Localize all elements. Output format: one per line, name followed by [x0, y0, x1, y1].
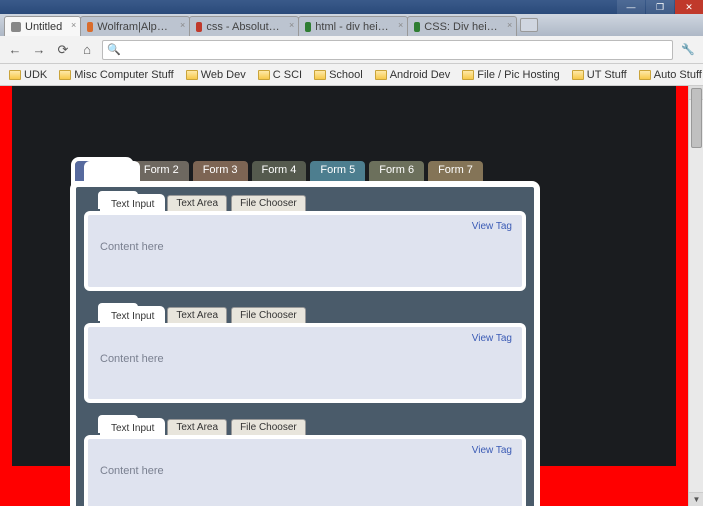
form-section: Text Input Text Area File Chooser View T… [84, 307, 526, 403]
bookmark-label: Android Dev [390, 69, 451, 81]
form-section: Text Input Text Area File Chooser View T… [84, 419, 526, 506]
folder-icon [639, 70, 651, 80]
close-icon[interactable]: × [289, 20, 294, 30]
content-card: View Tag Content here [84, 211, 526, 291]
form-tab-6[interactable]: Form 6 [369, 161, 424, 181]
window-maximize-button[interactable]: ❐ [646, 0, 674, 14]
window-titlebar: — ❐ ✕ [0, 0, 703, 14]
folder-icon [186, 70, 198, 80]
window-close-button[interactable]: ✕ [675, 0, 703, 14]
bookmark-folder[interactable]: UDK [4, 67, 52, 83]
form-tab-7[interactable]: Form 7 [428, 161, 483, 181]
inner-tab-file-chooser[interactable]: File Chooser [231, 307, 306, 323]
browser-tab[interactable]: css - Absolute DIV height × [189, 16, 299, 36]
tab-label: CSS: Div height 100% and c [424, 21, 498, 33]
tab-label: Untitled [25, 21, 62, 33]
close-icon[interactable]: × [507, 20, 512, 30]
new-tab-button[interactable] [520, 18, 538, 32]
folder-icon [314, 70, 326, 80]
browser-tab[interactable]: CSS: Div height 100% and c × [407, 16, 517, 36]
bookmark-folder[interactable]: File / Pic Hosting [457, 67, 565, 83]
inner-tab-text-input[interactable]: Text Input [102, 308, 163, 324]
content-card: View Tag Content here [84, 323, 526, 403]
browser-tab[interactable]: Wolfram|Alpha: Computat × [80, 16, 190, 36]
search-icon: 🔍 [107, 43, 121, 56]
content-placeholder: Content here [100, 241, 510, 253]
settings-wrench-icon[interactable]: 🔧 [679, 41, 697, 59]
bookmark-label: File / Pic Hosting [477, 69, 560, 81]
browser-tab[interactable]: html - div height 100% - St × [298, 16, 408, 36]
scroll-down-arrow-icon[interactable]: ▼ [689, 492, 703, 506]
form-tab-2[interactable]: Form 2 [134, 161, 189, 181]
bookmark-folder[interactable]: Android Dev [370, 67, 456, 83]
bookmark-label: Auto Stuff [654, 69, 702, 81]
bookmark-folder[interactable]: C SCI [253, 67, 307, 83]
inner-tab-file-chooser[interactable]: File Chooser [231, 419, 306, 435]
inner-tabs-row: Text Input Text Area File Chooser [102, 307, 526, 323]
vertical-scrollbar[interactable]: ▲ ▼ [688, 86, 703, 506]
favicon-icon [305, 22, 311, 32]
bookmark-folder[interactable]: Misc Computer Stuff [54, 67, 178, 83]
favicon-icon [11, 22, 21, 32]
page-viewport: Form 1 Form 2 Form 3 Form 4 Form 5 Form … [0, 86, 703, 506]
content-placeholder: Content here [100, 353, 510, 365]
bookmarks-bar: UDK Misc Computer Stuff Web Dev C SCI Sc… [0, 64, 703, 86]
tab-label: Wolfram|Alpha: Computat [97, 21, 171, 33]
folder-icon [258, 70, 270, 80]
form-tab-4[interactable]: Form 4 [252, 161, 307, 181]
browser-toolbar: ← → ⟳ ⌂ 🔍 🔧 [0, 36, 703, 64]
folder-icon [59, 70, 71, 80]
tab-label: html - div height 100% - St [315, 21, 389, 33]
inner-tab-text-area[interactable]: Text Area [167, 419, 227, 435]
form-tab-5[interactable]: Form 5 [310, 161, 365, 181]
favicon-icon [196, 22, 202, 32]
home-button[interactable]: ⌂ [78, 41, 96, 59]
inner-tab-text-input[interactable]: Text Input [102, 196, 163, 212]
folder-icon [375, 70, 387, 80]
window-minimize-button[interactable]: — [617, 0, 645, 14]
browser-tab-active[interactable]: Untitled × [4, 16, 81, 36]
content-card: View Tag Content here [84, 435, 526, 506]
inner-tab-file-chooser[interactable]: File Chooser [231, 195, 306, 211]
bookmark-label: UT Stuff [587, 69, 627, 81]
close-icon[interactable]: × [398, 20, 403, 30]
view-tag-link[interactable]: View Tag [472, 221, 512, 232]
bookmark-folder[interactable]: Auto Stuff [634, 67, 703, 83]
inner-tab-text-input[interactable]: Text Input [102, 420, 163, 436]
bookmark-label: School [329, 69, 363, 81]
folder-icon [9, 70, 21, 80]
bookmark-label: Web Dev [201, 69, 246, 81]
form-panel: Text Input Text Area File Chooser View T… [70, 181, 540, 506]
content-placeholder: Content here [100, 465, 510, 477]
view-tag-link[interactable]: View Tag [472, 445, 512, 456]
bookmark-label: UDK [24, 69, 47, 81]
forward-button[interactable]: → [30, 41, 48, 59]
bookmark-folder[interactable]: School [309, 67, 368, 83]
browser-tabstrip: Untitled × Wolfram|Alpha: Computat × css… [0, 14, 703, 36]
bookmark-label: Misc Computer Stuff [74, 69, 173, 81]
scrollbar-thumb[interactable] [691, 88, 702, 148]
inner-tabs-row: Text Input Text Area File Chooser [102, 195, 526, 211]
form-section: Text Input Text Area File Chooser View T… [84, 195, 526, 291]
bookmark-label: C SCI [273, 69, 302, 81]
view-tag-link[interactable]: View Tag [472, 333, 512, 344]
bookmark-folder[interactable]: UT Stuff [567, 67, 632, 83]
close-icon[interactable]: × [180, 20, 185, 30]
inner-tab-text-area[interactable]: Text Area [167, 307, 227, 323]
favicon-icon [87, 22, 93, 32]
inner-tab-text-area[interactable]: Text Area [167, 195, 227, 211]
bookmark-folder[interactable]: Web Dev [181, 67, 251, 83]
address-bar[interactable]: 🔍 [102, 40, 673, 60]
close-icon[interactable]: × [71, 20, 76, 30]
folder-icon [572, 70, 584, 80]
favicon-icon [414, 22, 420, 32]
inner-tabs-row: Text Input Text Area File Chooser [102, 419, 526, 435]
folder-icon [462, 70, 474, 80]
back-button[interactable]: ← [6, 41, 24, 59]
reload-button[interactable]: ⟳ [54, 41, 72, 59]
tab-label: css - Absolute DIV height [206, 21, 280, 33]
form-tab-3[interactable]: Form 3 [193, 161, 248, 181]
